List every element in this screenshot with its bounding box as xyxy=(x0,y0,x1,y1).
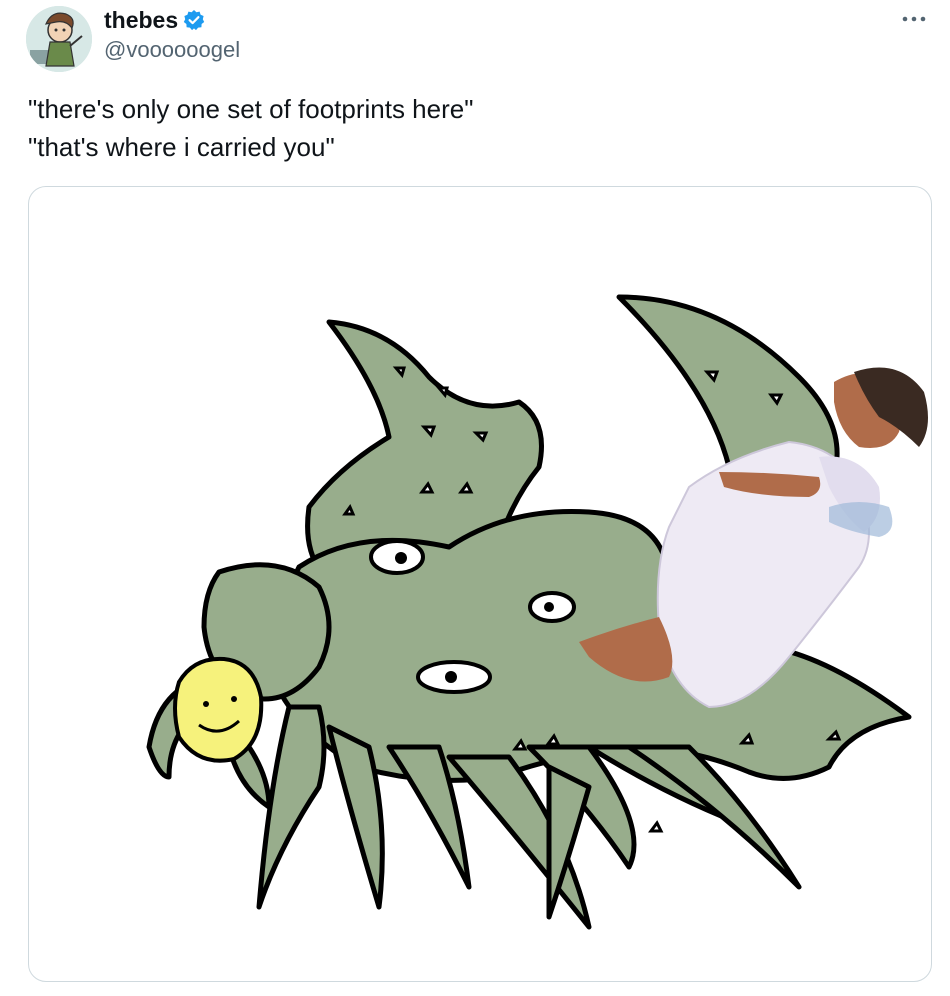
author-display-name[interactable]: thebes xyxy=(104,7,178,34)
more-options-icon[interactable] xyxy=(894,2,934,36)
octopus-meme-image xyxy=(146,294,928,930)
author-handle[interactable]: @voooooogel xyxy=(104,37,240,63)
verified-badge-icon xyxy=(183,9,205,31)
tweet-text-line-2: "that's where i carried you" xyxy=(28,132,335,162)
author-avatar[interactable] xyxy=(26,6,92,72)
name-row: thebes xyxy=(104,6,240,34)
tweet: thebes @voooooogel "there's only one set… xyxy=(0,0,950,996)
tweet-text-line-1: "there's only one set of footprints here… xyxy=(28,94,474,124)
avatar-cartoon-icon xyxy=(26,6,92,72)
author-block: thebes @voooooogel xyxy=(104,6,240,63)
tweet-media-image[interactable] xyxy=(28,186,932,982)
tweet-text: "there's only one set of footprints here… xyxy=(28,90,908,166)
